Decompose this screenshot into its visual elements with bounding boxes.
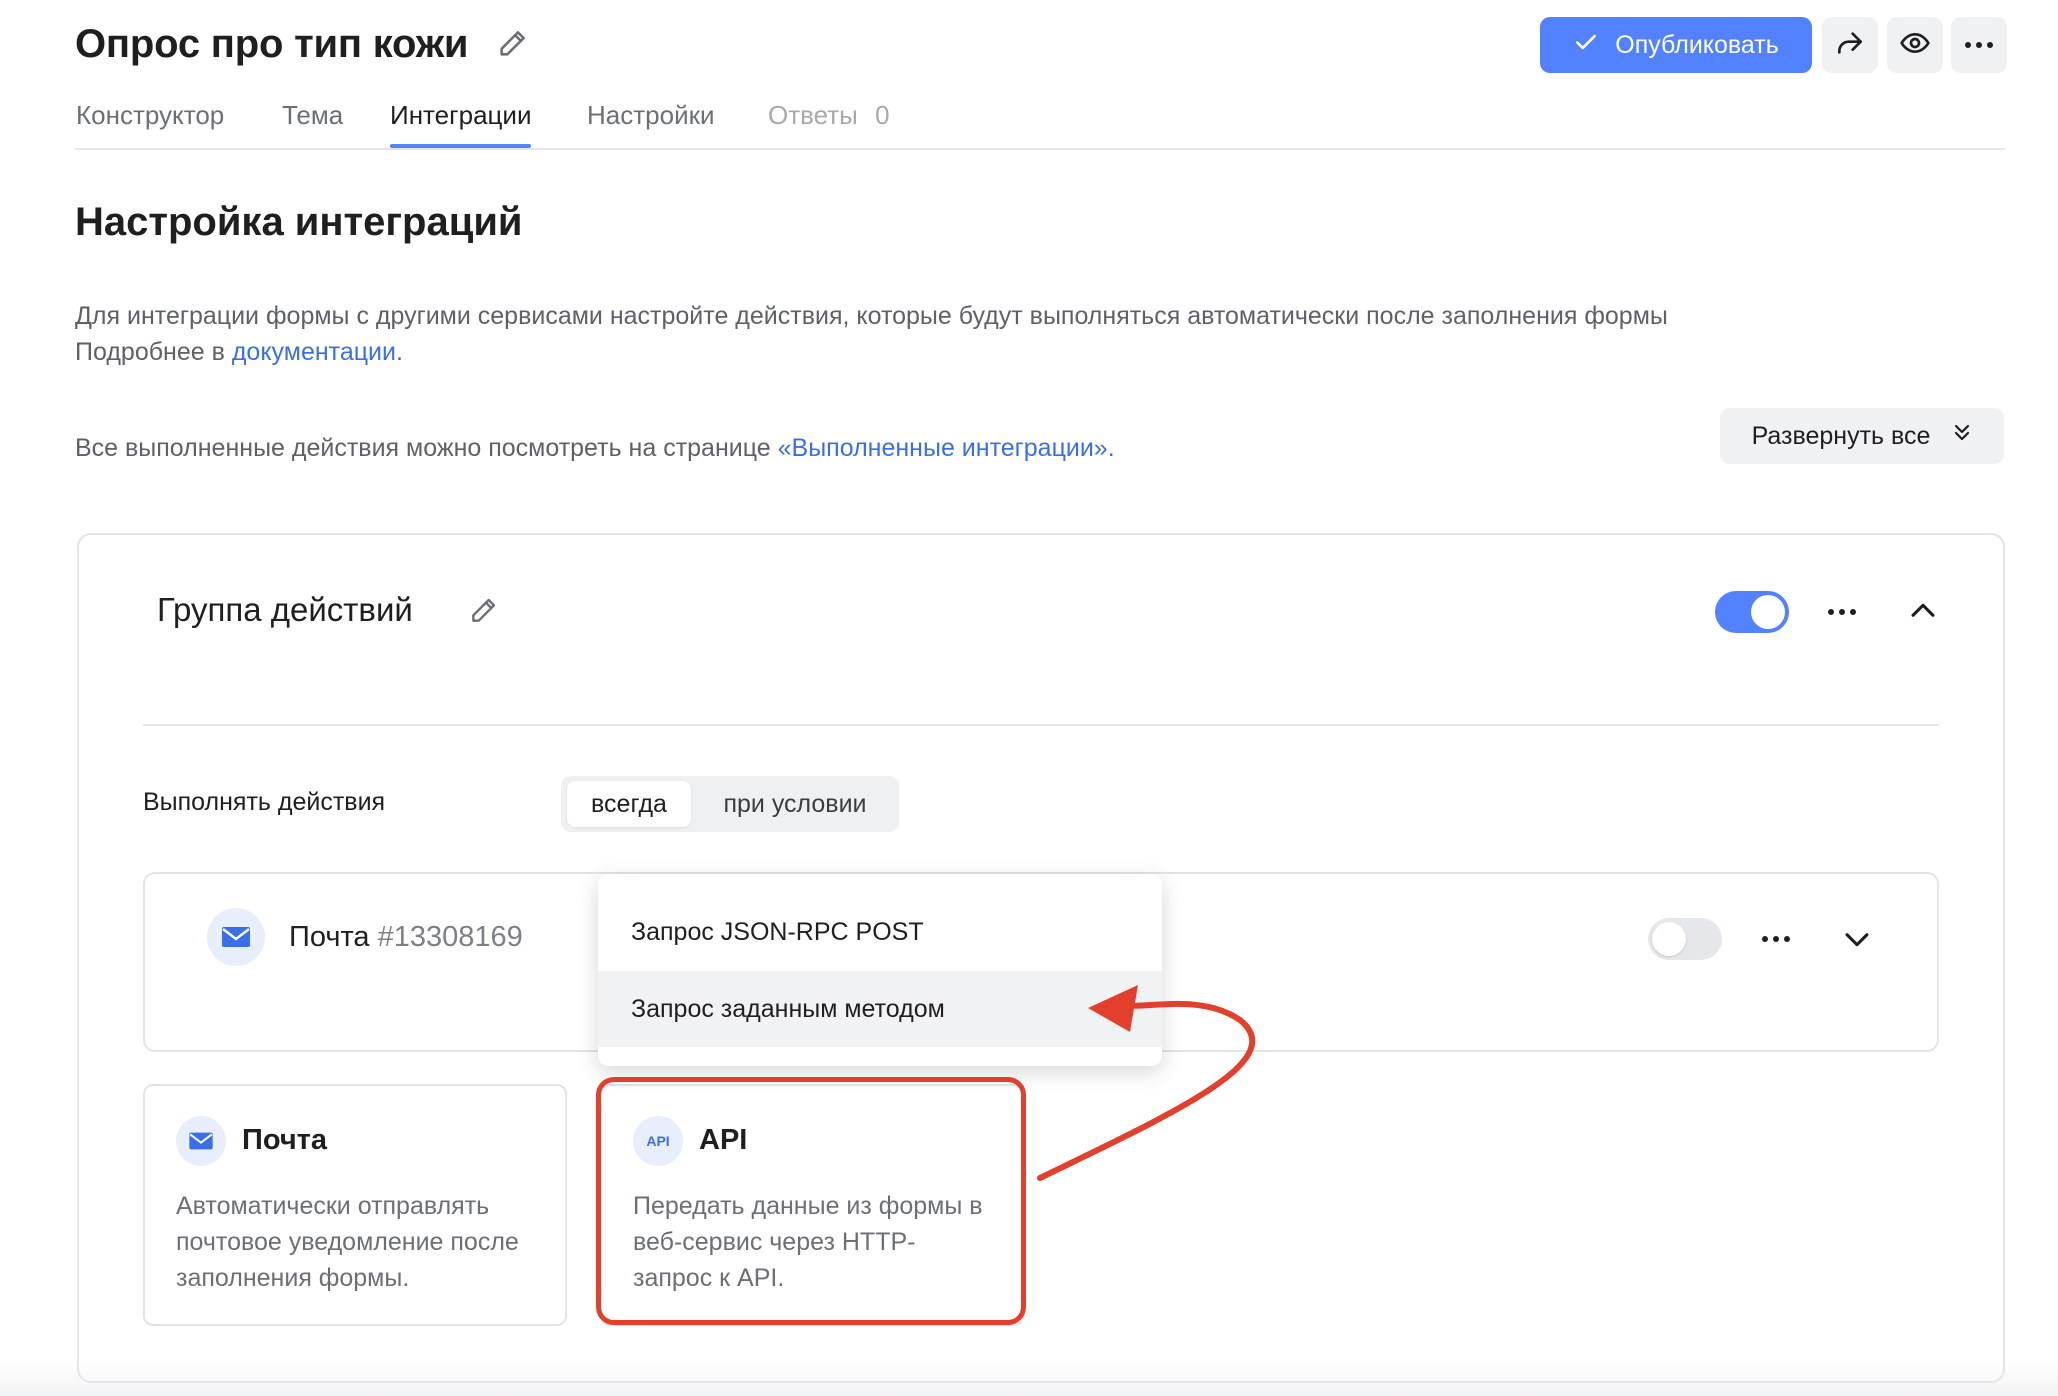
action-number: #13308169: [377, 921, 523, 953]
eye-icon: [1899, 27, 1931, 64]
done-integrations-line: Все выполненные действия можно посмотрет…: [75, 430, 1675, 466]
edit-group-pencil-icon[interactable]: [468, 594, 500, 626]
collapse-chevron-up-icon[interactable]: [1906, 594, 1940, 628]
group-title: Группа действий: [157, 591, 413, 628]
menu-item-custom-method[interactable]: Запрос заданным методом: [598, 971, 1162, 1047]
check-icon: [1573, 29, 1599, 62]
docs-link[interactable]: документации: [232, 338, 396, 366]
run-mode-segmented-control: всегда при условии: [561, 776, 899, 832]
run-actions-label: Выполнять действия: [143, 788, 386, 816]
tab-constructor[interactable]: Конструктор: [76, 92, 224, 138]
group-more-button[interactable]: [1822, 598, 1862, 626]
publish-button[interactable]: Опубликовать: [1540, 17, 1812, 73]
description-text: Для интеграции формы с другими сервисами…: [75, 302, 1668, 330]
tab-integrations[interactable]: Интеграции: [390, 92, 532, 148]
integrations-description: Для интеграции формы с другими сервисами…: [75, 298, 1675, 370]
tab-settings[interactable]: Настройки: [587, 92, 715, 138]
mail-tile-name: Почта: [242, 1124, 328, 1156]
api-icon: API: [633, 1116, 683, 1166]
tab-bar: Конструктор Тема Интеграции Настройки От…: [75, 92, 2005, 150]
publish-label: Опубликовать: [1615, 30, 1779, 59]
api-integration-tile[interactable]: API API Передать данные из формы в веб-с…: [600, 1084, 1024, 1326]
toggle-knob: [1652, 922, 1686, 956]
tab-answers-label: Ответы: [768, 100, 858, 130]
mail-integration-tile[interactable]: Почта Автоматически отправлять почтовое …: [143, 1084, 567, 1326]
api-tile-name: API: [699, 1124, 748, 1156]
run-mode-always[interactable]: всегда: [567, 781, 691, 827]
action-more-button[interactable]: [1756, 925, 1796, 953]
edit-title-pencil-icon[interactable]: [496, 26, 530, 60]
mail-action-toggle[interactable]: [1648, 918, 1722, 960]
form-title: Опрос про тип кожи: [75, 22, 469, 66]
add-action-menu: Запрос JSON-RPC POST Запрос заданным мет…: [598, 874, 1162, 1066]
docs-prefix: Подробнее в: [75, 338, 232, 366]
tab-theme[interactable]: Тема: [282, 92, 343, 138]
menu-item-json-rpc-post[interactable]: Запрос JSON-RPC POST: [598, 894, 1162, 970]
section-title: Настройка интеграций: [75, 200, 523, 244]
answers-count: 0: [875, 100, 890, 130]
docs-line: Подробнее в документации.: [75, 334, 1675, 370]
group-divider: [143, 724, 1939, 726]
toggle-knob: [1751, 595, 1785, 629]
expand-chevron-down-icon[interactable]: [1840, 922, 1874, 956]
bottom-fade: [0, 1360, 2058, 1396]
more-dots-icon: [1965, 42, 1993, 48]
run-mode-conditional[interactable]: при условии: [697, 781, 893, 827]
double-chevron-down-icon: [1952, 422, 1972, 451]
api-badge: API: [646, 1133, 670, 1149]
envelope-icon: [189, 1132, 213, 1150]
docs-suffix: .: [395, 338, 403, 366]
group-enabled-toggle[interactable]: [1715, 591, 1789, 633]
mail-action-title[interactable]: Почта #13308169: [289, 916, 523, 958]
api-tile-description: Передать данные из формы в веб-сервис че…: [633, 1192, 983, 1292]
more-menu-button[interactable]: [1951, 17, 2007, 73]
done-prefix: Все выполненные действия можно посмотрет…: [75, 434, 778, 462]
action-name: Почта: [289, 921, 370, 953]
mail-tile-description: Автоматически отправлять почтовое уведом…: [176, 1192, 519, 1292]
share-button[interactable]: [1822, 17, 1878, 73]
done-integrations-link[interactable]: «Выполненные интеграции».: [778, 434, 1115, 462]
expand-all-button[interactable]: Развернуть все: [1720, 408, 2004, 464]
preview-button[interactable]: [1887, 17, 1943, 73]
envelope-icon: [222, 927, 250, 947]
mail-tile-icon: [176, 1116, 226, 1166]
tab-answers[interactable]: Ответы 0: [768, 92, 890, 138]
expand-all-label: Развернуть все: [1751, 421, 1931, 450]
mail-action-icon: [207, 908, 265, 966]
share-icon: [1834, 27, 1866, 64]
